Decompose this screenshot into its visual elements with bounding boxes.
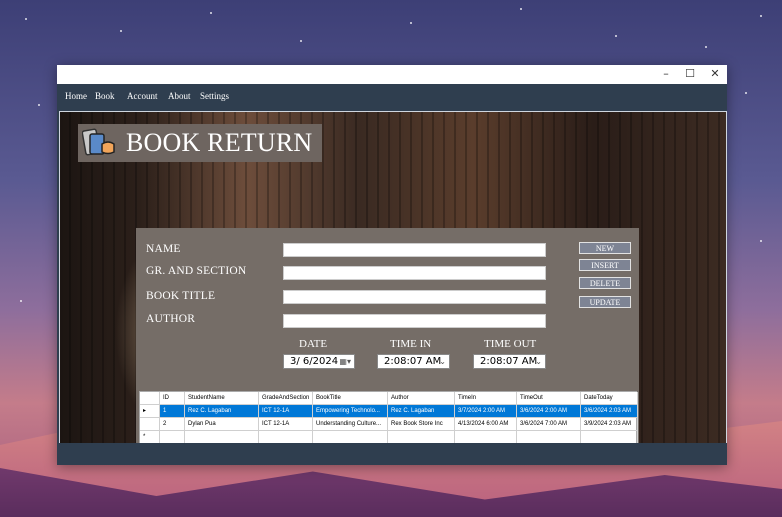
table-cell[interactable]: 1 [160, 405, 185, 418]
row-selector-icon[interactable]: ▸ [140, 405, 160, 418]
table-cell[interactable]: ICT 12-1A [259, 418, 313, 431]
table-cell[interactable]: 3/6/2024 7:00 AM [517, 418, 581, 431]
menu-book[interactable]: Book [95, 91, 115, 101]
page-header: BOOK RETURN [78, 124, 322, 162]
table-cell[interactable]: Rez C. Lagaban [185, 405, 259, 418]
table-cell[interactable]: 3/7/2024 2:00 AM [455, 405, 517, 418]
table-cell[interactable]: Understanding Culture... [313, 418, 388, 431]
form-panel: NAME GR. AND SECTION BOOK TITLE AUTHOR N… [136, 228, 639, 443]
table-cell[interactable]: 3/9/2024 2:03 AM [581, 418, 638, 431]
menu-home[interactable]: Home [65, 91, 87, 101]
column-header[interactable]: BookTitle [313, 392, 388, 405]
table-cell[interactable]: 3/6/2024 2:00 AM [517, 405, 581, 418]
book-return-form: BOOK RETURN NAME GR. AND SECTION BOOK TI… [59, 111, 727, 444]
name-field[interactable] [283, 243, 546, 257]
time-in-picker[interactable]: 2:08:07 AM ⌄ [377, 354, 450, 369]
close-button[interactable]: ✕ [702, 65, 728, 84]
time-in-label: TIME IN [390, 338, 432, 350]
table-cell[interactable]: 2 [160, 418, 185, 431]
date-picker[interactable]: 3/ 6/2024 ▦▾ [283, 354, 355, 369]
section-field[interactable] [283, 266, 546, 280]
time-in-value: 2:08:07 AM [384, 356, 442, 367]
book-title-field[interactable] [283, 290, 546, 304]
table-header: ID StudentName GradeAndSection BookTitle… [140, 392, 638, 405]
section-label: GR. AND SECTION [146, 265, 247, 277]
table-cell[interactable]: 3/6/2024 2:03 AM [581, 405, 638, 418]
new-button[interactable]: NEW [579, 242, 631, 254]
date-value: 3/ 6/2024 [290, 356, 339, 367]
minimize-button[interactable]: – [653, 65, 679, 84]
author-field[interactable] [283, 314, 546, 328]
column-header[interactable]: StudentName [185, 392, 259, 405]
status-bar [57, 443, 727, 465]
title-bar: – ☐ ✕ [57, 65, 727, 84]
column-header[interactable]: TimeIn [455, 392, 517, 405]
chevron-down-icon[interactable]: ⌄ [439, 355, 446, 368]
row-selector-icon[interactable] [140, 418, 160, 431]
author-label: AUTHOR [146, 313, 196, 325]
time-out-value: 2:08:07 AM [480, 356, 538, 367]
menu-about[interactable]: About [168, 91, 191, 101]
table-cell[interactable]: ICT 12-1A [259, 405, 313, 418]
delete-button[interactable]: DELETE [579, 277, 631, 289]
chevron-down-icon[interactable]: ⌄ [535, 355, 542, 368]
app-window: – ☐ ✕ Home Book Account About Settings B… [57, 65, 727, 465]
table-cell[interactable]: Rex Book Store Inc [388, 418, 455, 431]
returns-table[interactable]: ID StudentName GradeAndSection BookTitle… [139, 391, 638, 443]
table-row[interactable]: ▸ 1 Rez C. Lagaban ICT 12-1A Empowering … [140, 405, 638, 418]
maximize-button[interactable]: ☐ [677, 65, 703, 84]
time-out-picker[interactable]: 2:08:07 AM ⌄ [473, 354, 546, 369]
menu-bar: Home Book Account About Settings [57, 84, 727, 110]
menu-account[interactable]: Account [127, 91, 158, 101]
book-return-icon [82, 128, 115, 156]
column-header[interactable]: GradeAndSection [259, 392, 313, 405]
insert-button[interactable]: INSERT [579, 259, 631, 271]
update-button[interactable]: UPDATE [579, 296, 631, 308]
time-out-label: TIME OUT [484, 338, 537, 350]
date-label: DATE [299, 338, 328, 350]
column-header[interactable]: DateToday [581, 392, 638, 405]
table-cell[interactable]: Rez C. Lagaban [388, 405, 455, 418]
book-title-label: BOOK TITLE [146, 290, 216, 302]
table-cell[interactable]: 4/13/2024 6:00 AM [455, 418, 517, 431]
page-title: BOOK RETURN [126, 128, 313, 157]
calendar-icon[interactable]: ▦▾ [339, 355, 351, 368]
menu-settings[interactable]: Settings [200, 91, 229, 101]
column-header[interactable]: ID [160, 392, 185, 405]
column-header[interactable]: Author [388, 392, 455, 405]
table-row[interactable]: 2 Dylan Pua ICT 12-1A Understanding Cult… [140, 418, 638, 431]
name-label: NAME [146, 243, 181, 255]
table-cell[interactable]: Dylan Pua [185, 418, 259, 431]
table-cell[interactable]: Empowering Technolo... [313, 405, 388, 418]
column-header[interactable]: TimeOut [517, 392, 581, 405]
row-header-cell [140, 392, 160, 405]
